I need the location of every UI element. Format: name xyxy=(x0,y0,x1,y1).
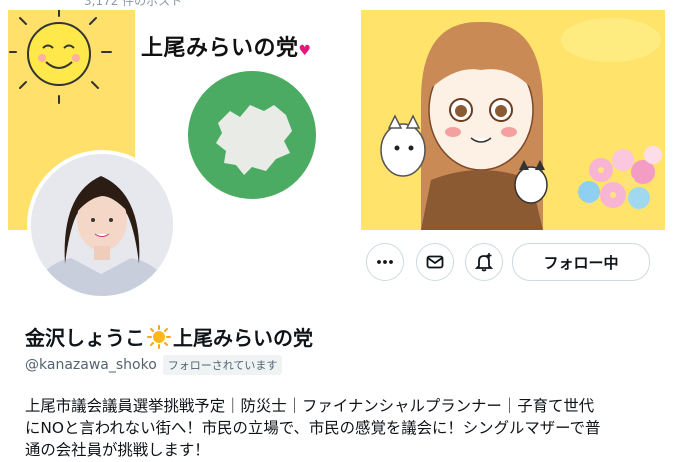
notifications-button[interactable] xyxy=(465,243,503,281)
banner-character-panel xyxy=(361,10,665,230)
heart-icon: ♥ xyxy=(298,43,312,59)
user-handle: @kanazawa_shoko xyxy=(25,357,157,373)
avatar xyxy=(31,154,173,296)
avatar-photo xyxy=(31,154,173,296)
city-map-icon xyxy=(216,105,292,175)
message-button[interactable] xyxy=(416,243,454,281)
more-button[interactable] xyxy=(366,243,404,281)
party-logo: 上尾みらいの党♥ xyxy=(141,30,312,62)
bio-line: 上尾市議会議員選挙挑戦予定｜防災士｜ファイナンシャルプランナー｜子育て世代 xyxy=(25,397,595,415)
sun-emoji-icon xyxy=(147,324,171,349)
display-name: 金沢しょうこ 上尾みらいの党 xyxy=(25,322,313,351)
profile-avatar[interactable] xyxy=(27,150,177,300)
more-icon xyxy=(377,260,393,264)
party-logo-text: 上尾みらいの党 xyxy=(141,36,299,61)
following-button[interactable]: フォロー中 xyxy=(512,243,650,281)
party-emblem-circle xyxy=(188,71,316,199)
display-name-suffix: 上尾みらいの党 xyxy=(173,326,313,350)
header-post-count-bar: 3,172 件のポスト xyxy=(0,0,674,10)
display-name-text: 金沢しょうこ xyxy=(25,326,145,350)
bio-line: にNOと言われない街へ！市民の立場で、市民の感覚を議会に！シングルマザーで普 xyxy=(25,419,601,437)
handle-row: @kanazawa_shoko フォローされています xyxy=(25,355,283,375)
profile-bio: 上尾市議会議員選挙挑戦予定｜防災士｜ファイナンシャルプランナー｜子育て世代 にN… xyxy=(25,395,665,461)
bio-line: 通の会社員が挑戦します！ xyxy=(25,441,210,459)
follows-you-badge: フォローされています xyxy=(162,355,283,375)
character-illustration xyxy=(380,18,662,230)
bell-plus-icon xyxy=(474,253,494,272)
post-count: 3,172 件のポスト xyxy=(84,0,183,8)
envelope-icon xyxy=(426,255,444,269)
